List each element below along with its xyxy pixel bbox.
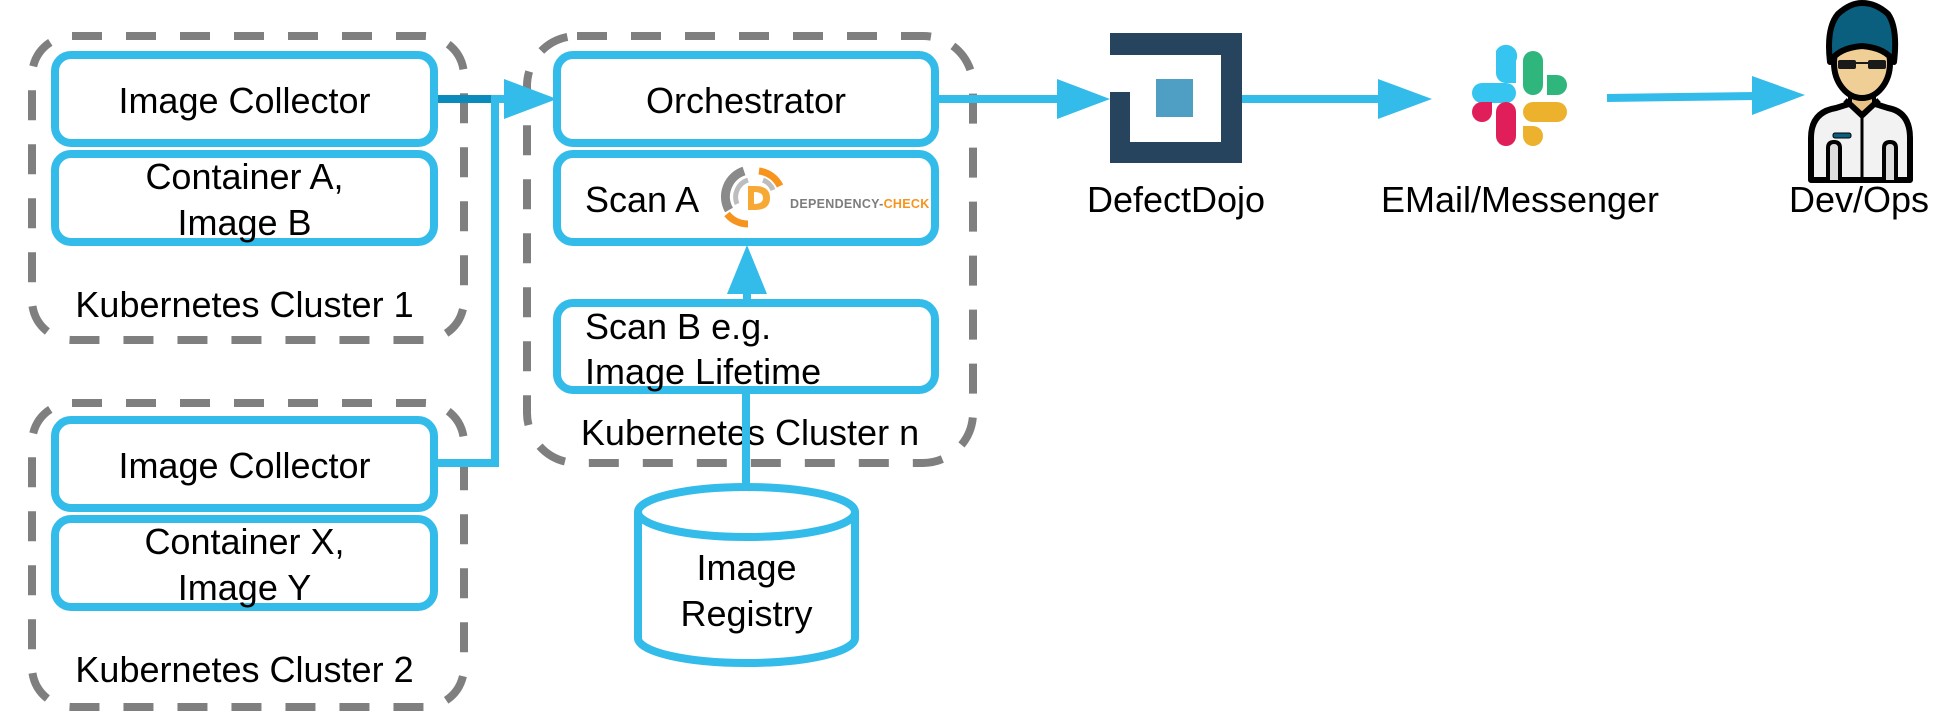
- container-a-line1: Container A,: [145, 156, 343, 197]
- image-collector-1-label: Image Collector: [118, 80, 370, 121]
- image-registry-line1: Image: [696, 547, 796, 588]
- cluster-2-label: Kubernetes Cluster 2: [75, 649, 413, 690]
- devops-label: Dev/Ops: [1789, 179, 1929, 220]
- arrowhead-to-scan-a: [727, 245, 767, 294]
- scan-a-label: Scan A: [585, 179, 699, 220]
- scan-b-line1: Scan B e.g.: [585, 306, 771, 347]
- slack-logo-icon[interactable]: [1472, 44, 1567, 146]
- arrowhead-to-messenger: [1378, 79, 1432, 119]
- dependency-check-text-gray: DEPENDENCY-: [790, 197, 884, 211]
- container-a-line2: Image B: [177, 202, 311, 243]
- person-icon[interactable]: [1808, 0, 1913, 183]
- arrowhead-to-defectdojo: [1057, 79, 1110, 119]
- defectdojo-logo-icon[interactable]: [1110, 33, 1242, 163]
- connector-messenger-to-devops: [1606, 92, 1757, 102]
- orchestrator-label: Orchestrator: [646, 80, 846, 121]
- cluster-1-label: Kubernetes Cluster 1: [75, 284, 413, 325]
- dependency-check-text-orange: CHECK: [884, 197, 930, 211]
- architecture-diagram: Image Collector Container A, Image B Kub…: [28, 0, 1929, 711]
- image-collector-2-label: Image Collector: [118, 445, 370, 486]
- scan-b-line2: Image Lifetime: [585, 351, 821, 392]
- messenger-label: EMail/Messenger: [1381, 179, 1659, 220]
- connector-collector2: [434, 95, 505, 467]
- arrowhead-to-devops: [1752, 76, 1805, 115]
- container-x-line2: Image Y: [178, 567, 311, 608]
- image-registry-line2: Registry: [680, 593, 812, 634]
- container-x-line1: Container X,: [144, 521, 344, 562]
- dependency-check-logo-text: DEPENDENCY-CHECK: [790, 197, 930, 211]
- defectdojo-label: DefectDojo: [1087, 179, 1265, 220]
